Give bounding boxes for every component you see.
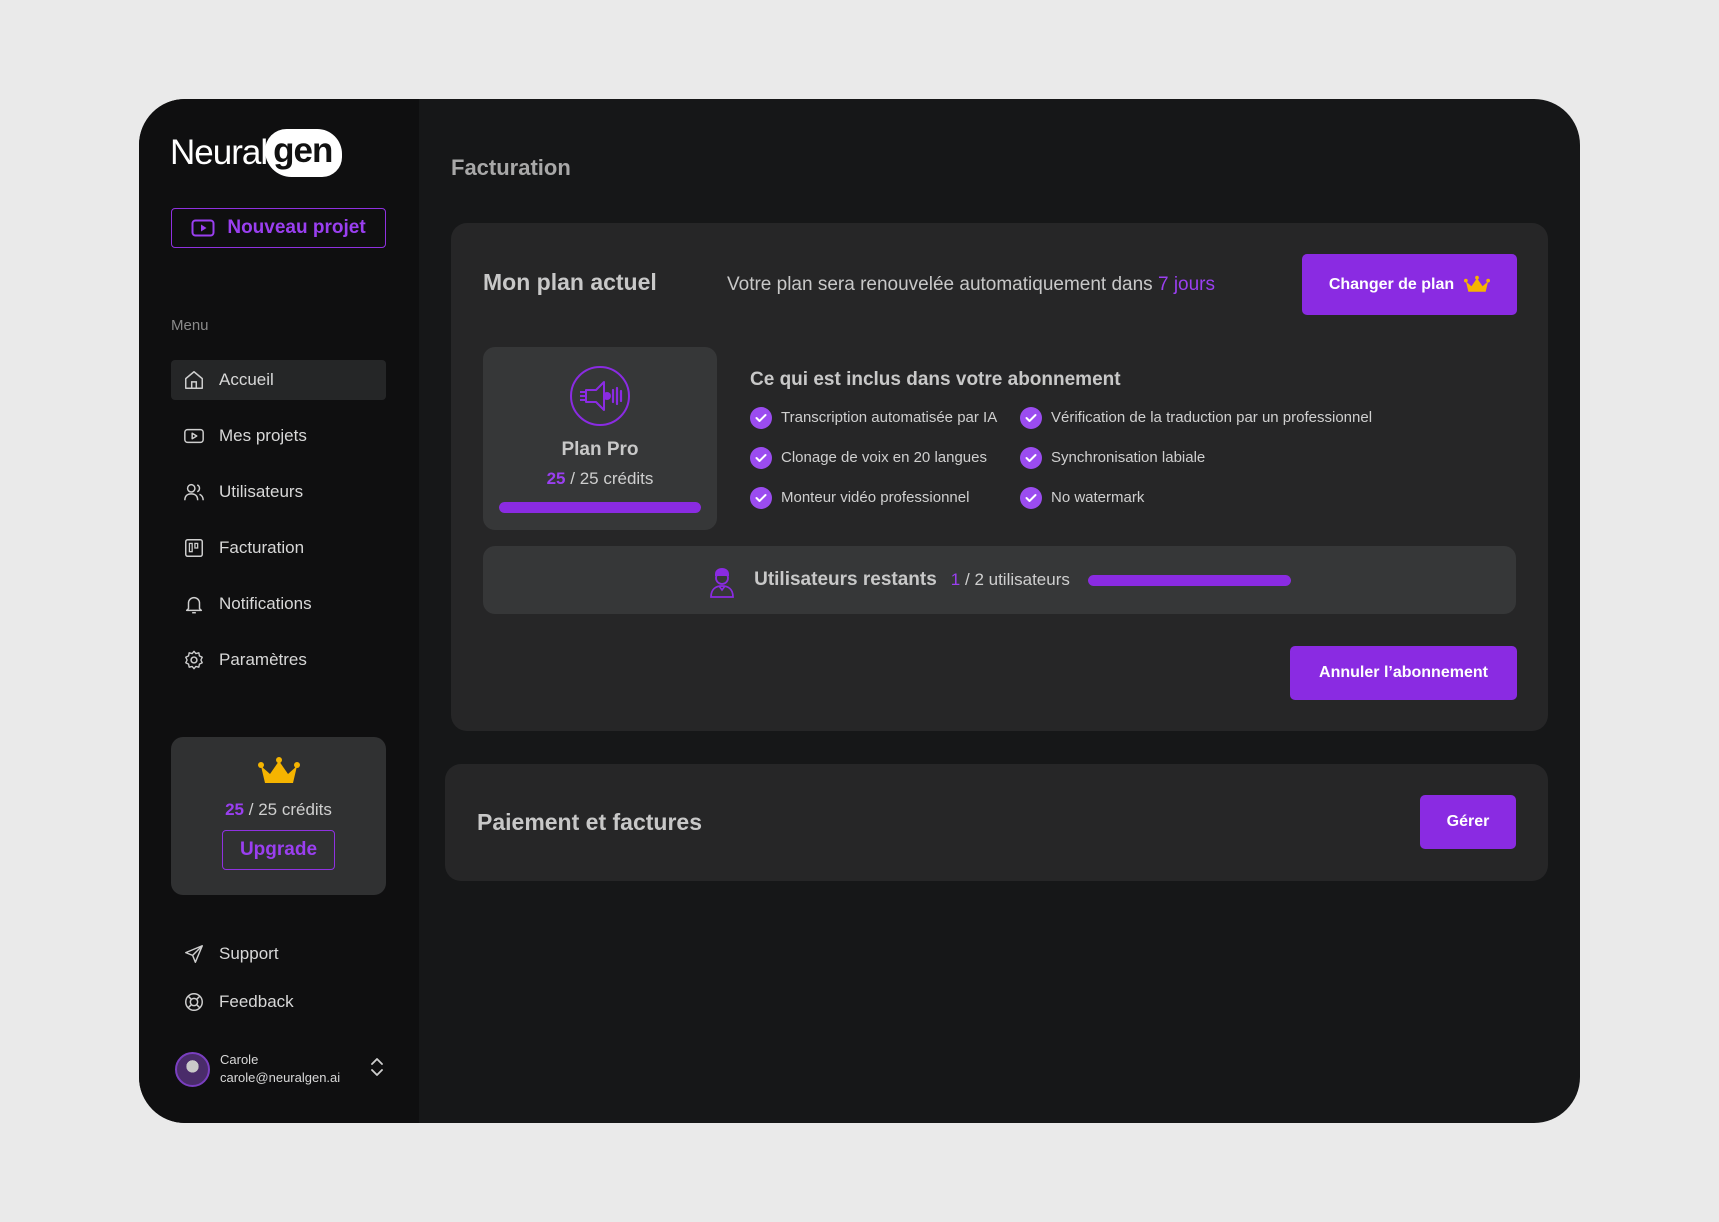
app-window: Neural gen Nouveau projet Menu Accueil Me… [139, 99, 1580, 1123]
feature-item: Clonage de voix en 20 langues [750, 446, 1020, 469]
user-email: carole@neuralgen.ai [220, 1070, 341, 1085]
plan-name: Plan Pro [561, 439, 639, 460]
check-icon [1020, 406, 1042, 429]
payment-invoices-card: Paiement et factures Gérer [445, 764, 1548, 881]
plan-credits-used: 25 [546, 469, 566, 488]
support-link[interactable]: Support [171, 934, 386, 974]
user-profile[interactable]: Carole carole@neuralgen.ai [175, 1051, 385, 1087]
plan-heading: Mon plan actuel [483, 269, 657, 295]
sidebar-item-label: Facturation [219, 538, 305, 557]
features-list: Transcription automatisée par IA Vérific… [750, 406, 1380, 509]
video-icon [191, 219, 215, 237]
page-title: Facturation [451, 155, 571, 180]
users-progress-bar [1087, 574, 1291, 586]
users-icon [184, 483, 204, 501]
gear-icon [185, 650, 203, 670]
payment-title: Paiement et factures [477, 809, 702, 835]
sidebar-nav: Accueil Mes projets Utilisateurs Factura… [171, 360, 386, 696]
cancel-subscription-button[interactable]: Annuler l’abonnement [1290, 646, 1517, 700]
logo[interactable]: Neural gen [170, 129, 343, 177]
check-icon [750, 406, 772, 429]
feature-item: No watermark [1020, 486, 1380, 509]
renewal-days: 7 jours [1157, 274, 1215, 295]
feature-label: Transcription automatisée par IA [781, 409, 998, 426]
home-icon [185, 371, 203, 389]
users-remaining-label: Utilisateurs restants [754, 569, 937, 590]
sidebar-item-parametres[interactable]: Paramètres [171, 640, 386, 680]
sidebar-item-utilisateurs[interactable]: Utilisateurs [171, 472, 386, 512]
plan-credits: 25 / 25 crédits [483, 469, 717, 489]
sidebar-item-facturation[interactable]: Facturation [171, 528, 386, 568]
feature-label: Vérification de la traduction par un pro… [1051, 409, 1373, 426]
crown-icon [1464, 275, 1491, 292]
feature-item: Monteur vidéo professionnel [750, 486, 1020, 509]
feature-item: Vérification de la traduction par un pro… [1020, 406, 1380, 429]
feature-label: Synchronisation labiale [1051, 449, 1206, 466]
user-name: Carole [220, 1052, 259, 1067]
bottom-links: Support Feedback [171, 934, 386, 1030]
feature-label: Monteur vidéo professionnel [781, 489, 970, 506]
check-icon [1020, 446, 1042, 469]
upgrade-button[interactable]: Upgrade [222, 830, 335, 870]
menu-label: Menu [171, 317, 209, 334]
user-info: Carole carole@neuralgen.ai [220, 1051, 340, 1087]
lifebuoy-icon [185, 993, 203, 1011]
credits-progress-bar [499, 502, 701, 513]
sidebar-item-accueil[interactable]: Accueil [171, 360, 386, 400]
support-label: Support [219, 944, 279, 963]
features-title: Ce qui est inclus dans votre abonnement [750, 369, 1121, 390]
sidebar-item-label: Notifications [219, 594, 312, 613]
voice-plan-icon [483, 364, 717, 433]
remaining-users-bar: Utilisateurs restants 1 / 2 utilisateurs [483, 546, 1516, 614]
plan-summary-box: Plan Pro 25 / 25 crédits [483, 347, 717, 530]
new-project-button[interactable]: Nouveau projet [171, 208, 386, 248]
video-icon [184, 428, 204, 444]
credits-progress-fill [499, 502, 701, 513]
credits-total: / 25 crédits [248, 800, 332, 819]
logo-prefix: Neural [170, 133, 268, 172]
new-project-label: Nouveau projet [227, 217, 366, 238]
feature-label: Clonage de voix en 20 langues [781, 449, 987, 466]
avatar [175, 1051, 210, 1087]
sidebar-item-label: Accueil [219, 370, 274, 389]
change-plan-label: Changer de plan [1328, 275, 1455, 293]
chevron-up-down-icon[interactable] [369, 1055, 385, 1084]
send-icon [185, 945, 203, 963]
sidebar-item-label: Paramètres [219, 650, 307, 669]
sidebar-item-mes-projets[interactable]: Mes projets [171, 416, 386, 456]
current-plan-card: Mon plan actuel Votre plan sera renouvel… [451, 223, 1548, 731]
renewal-notice: Votre plan sera renouvelée automatiqueme… [727, 274, 1215, 296]
feedback-label: Feedback [219, 992, 294, 1011]
sidebar-item-label: Utilisateurs [219, 482, 304, 501]
users-total: / 2 utilisateurs [965, 570, 1070, 589]
main-content: Facturation Mon plan actuel Votre plan s… [419, 99, 1580, 1123]
crown-icon [171, 757, 386, 792]
plan-credits-total: / 25 crédits [570, 469, 654, 488]
feedback-link[interactable]: Feedback [171, 982, 386, 1022]
users-count: 1 / 2 utilisateurs [951, 570, 1070, 590]
sidebar: Neural gen Nouveau projet Menu Accueil Me… [139, 99, 419, 1123]
check-icon [1020, 486, 1042, 509]
manage-button[interactable]: Gérer [1420, 795, 1516, 849]
bell-icon [185, 596, 203, 614]
billing-icon [185, 539, 203, 557]
check-icon [750, 446, 772, 469]
users-progress-fill [1087, 574, 1291, 586]
sidebar-item-label: Mes projets [219, 426, 307, 445]
change-plan-button[interactable]: Changer de plan [1302, 254, 1517, 315]
credits-text: 25 / 25 crédits [171, 800, 386, 820]
renewal-text: Votre plan sera renouvelée automatiqueme… [727, 274, 1153, 295]
sidebar-item-notifications[interactable]: Notifications [171, 584, 386, 624]
user-avatar-icon [710, 568, 735, 598]
check-icon [750, 486, 772, 509]
credits-card: 25 / 25 crédits Upgrade [171, 737, 386, 895]
feature-item: Transcription automatisée par IA [750, 406, 1020, 429]
feature-label: No watermark [1051, 489, 1145, 506]
logo-suffix: gen [265, 129, 343, 177]
feature-item: Synchronisation labiale [1020, 446, 1380, 469]
users-used: 1 [950, 570, 961, 589]
credits-used: 25 [225, 800, 245, 819]
